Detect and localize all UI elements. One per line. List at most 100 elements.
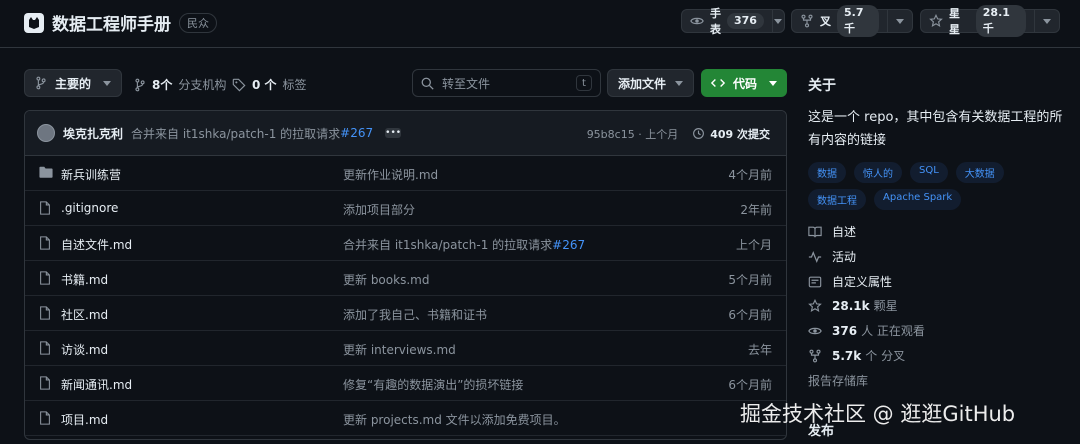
table-row[interactable]: .gitignore 添加项目部分 2年前 [25, 191, 786, 226]
table-row[interactable]: 项目.md 更新 projects.md 文件以添加免费项目。 [25, 401, 786, 436]
table-row[interactable]: 自述文件.md 合并来自 it1shka/patch-1 的拉取请求#267 上个月 [25, 226, 786, 261]
file-commit-message[interactable]: 合并来自 it1shka/patch-1 的拉取请求#267 [343, 236, 585, 253]
file-icon [39, 341, 51, 355]
fork-dropdown[interactable] [886, 10, 912, 32]
avatar[interactable] [37, 124, 55, 142]
forks-link[interactable]: 5.7k 个 分叉 [808, 347, 905, 364]
topic-tag[interactable]: 数据 [808, 162, 846, 183]
file-commit-date: 上个月 [735, 238, 772, 252]
file-commit-text: 修复“有趣的数据演出”的损坏链接 [343, 378, 524, 392]
report-repository-link[interactable]: 报告存储库 [808, 372, 868, 389]
file-name[interactable]: 书籍.md [61, 271, 108, 288]
file-name[interactable]: 项目.md [61, 411, 108, 428]
file-commit-date: 4个月前 [728, 168, 772, 182]
about-description: 这是一个 repo，其中包含有关数据工程的所有内容的链接 [808, 110, 1063, 148]
readme-label: 自述 [832, 225, 857, 239]
watch-count: 376 [727, 13, 764, 29]
branch-selector[interactable]: 主要的 [24, 69, 122, 97]
caret-down-icon [675, 80, 683, 86]
branches-link[interactable]: 8个 分支机构 [134, 76, 226, 93]
table-row[interactable]: 访谈.md 更新 interviews.md 去年 [25, 331, 786, 366]
code-label: 代码 [733, 76, 758, 91]
code-icon [711, 77, 725, 89]
file-icon [39, 201, 51, 215]
readme-link[interactable]: 自述 [808, 223, 856, 240]
file-name[interactable]: 自述文件.md [61, 236, 132, 253]
tags-link[interactable]: 0 个 标签 [232, 76, 307, 93]
file-commit-text: 添加了我自己、书籍和证书 [343, 308, 488, 322]
file-icon [39, 236, 51, 250]
file-commit-message[interactable]: 更新 interviews.md [343, 341, 456, 358]
branch-name: 主要的 [55, 76, 92, 91]
repo-title: 数据工程师手册 民众 [24, 10, 217, 35]
custom-properties-link[interactable]: 自定义属性 [808, 273, 892, 290]
file-name[interactable]: .gitignore [61, 201, 118, 215]
watch-button[interactable]: 手表 376 [681, 7, 785, 36]
commits-history-link[interactable]: 409 次提交 [692, 126, 770, 142]
topic-tag[interactable]: SQL [910, 162, 948, 183]
stars-label: 颗星 [873, 299, 898, 313]
file-commit-pr-link[interactable]: #267 [552, 238, 585, 252]
file-commit-text: 更新 projects.md 文件以添加免费项目。 [343, 413, 566, 427]
ellipsis-icon[interactable]: ••• [385, 128, 402, 138]
file-commit-message[interactable]: 添加了我自己、书籍和证书 [343, 306, 487, 323]
activity-link[interactable]: 活动 [808, 248, 856, 265]
repo-header: 数据工程师手册 民众 手表 376 叉 5.7千 星星 28.1千 [0, 0, 1080, 48]
code-button[interactable]: 代码 [701, 69, 787, 97]
file-commit-message[interactable]: 更新 books.md [343, 271, 429, 288]
file-name[interactable]: 新闻通讯.md [61, 376, 132, 393]
eye-icon [690, 14, 704, 28]
branch-icon [35, 76, 47, 90]
file-commit-text: 更新 books.md [343, 273, 430, 287]
watchers-link[interactable]: 376 人 正在观看 [808, 322, 925, 339]
topic-tag[interactable]: Apache Spark [874, 189, 962, 210]
topic-tag[interactable]: 大数据 [955, 162, 1004, 183]
file-commit-date: 2年前 [740, 203, 772, 217]
table-row[interactable]: 新闻通讯.md 修复“有趣的数据演出”的损坏链接 6个月前 [25, 366, 786, 401]
file-name[interactable]: 新兵训练营 [61, 166, 121, 183]
fork-button[interactable]: 叉 5.7千 [791, 5, 913, 37]
file-commit-message[interactable]: 添加项目部分 [343, 201, 415, 218]
commit-hash-time[interactable]: 95b8c15 · 上个月 [587, 126, 679, 142]
star-icon [808, 298, 822, 313]
latest-commit-bar: 埃克扎克利 合并来自 it1shka/patch-1 的拉取请求 #267 ••… [25, 111, 786, 156]
file-commit-date: 5个月前 [728, 273, 772, 287]
topic-tag[interactable]: 惊人的 [854, 162, 902, 183]
file-commit-text: 添加项目部分 [343, 203, 416, 217]
branches-count: 8个 [152, 78, 173, 92]
commit-author[interactable]: 埃克扎克利 [63, 125, 123, 142]
history-icon [692, 127, 705, 140]
repo-name[interactable]: 数据工程师手册 [52, 10, 171, 35]
file-name[interactable]: 社区.md [61, 306, 108, 323]
go-to-file-input[interactable]: 转至文件 t [412, 69, 601, 97]
file-commit-date: 6个月前 [728, 378, 772, 392]
file-commit-message[interactable]: 修复“有趣的数据演出”的损坏链接 [343, 376, 523, 393]
commit-message[interactable]: 合并来自 it1shka/patch-1 的拉取请求 [131, 125, 340, 142]
file-icon [39, 411, 51, 425]
topic-tag[interactable]: 数据工程 [808, 189, 866, 210]
star-icon [929, 14, 943, 28]
file-commit-message[interactable]: 更新 projects.md 文件以添加免费项目。 [343, 411, 566, 428]
note-icon [808, 275, 822, 289]
table-row[interactable]: 社区.md 添加了我自己、书籍和证书 6个月前 [25, 296, 786, 331]
star-dropdown[interactable] [1033, 10, 1059, 32]
table-row[interactable]: 新兵训练营 更新作业说明.md 4个月前 [25, 156, 786, 191]
topic-list: 数据 惊人的 SQL 大数据数据工程 Apache Spark [808, 162, 1064, 210]
watch-dropdown[interactable] [771, 10, 784, 32]
forks-label: 个 分叉 [865, 349, 906, 363]
table-row[interactable]: 书籍.md 更新 books.md 5个月前 [25, 261, 786, 296]
commit-pr-link[interactable]: #267 [340, 126, 373, 140]
file-name[interactable]: 访谈.md [61, 341, 108, 358]
caret-down-icon [1042, 18, 1051, 24]
search-icon [421, 77, 434, 90]
star-button[interactable]: 星星 28.1千 [920, 5, 1060, 37]
stars-link[interactable]: 28.1k 颗星 [808, 297, 898, 314]
add-file-label: 添加文件 [618, 76, 667, 91]
book-icon [808, 225, 822, 239]
file-icon [39, 271, 51, 285]
file-commit-message[interactable]: 更新作业说明.md [343, 166, 438, 183]
add-file-button[interactable]: 添加文件 [607, 69, 694, 97]
custom-properties-label: 自定义属性 [832, 275, 893, 289]
repo-owner-avatar[interactable] [24, 12, 44, 33]
fork-icon [800, 14, 814, 28]
